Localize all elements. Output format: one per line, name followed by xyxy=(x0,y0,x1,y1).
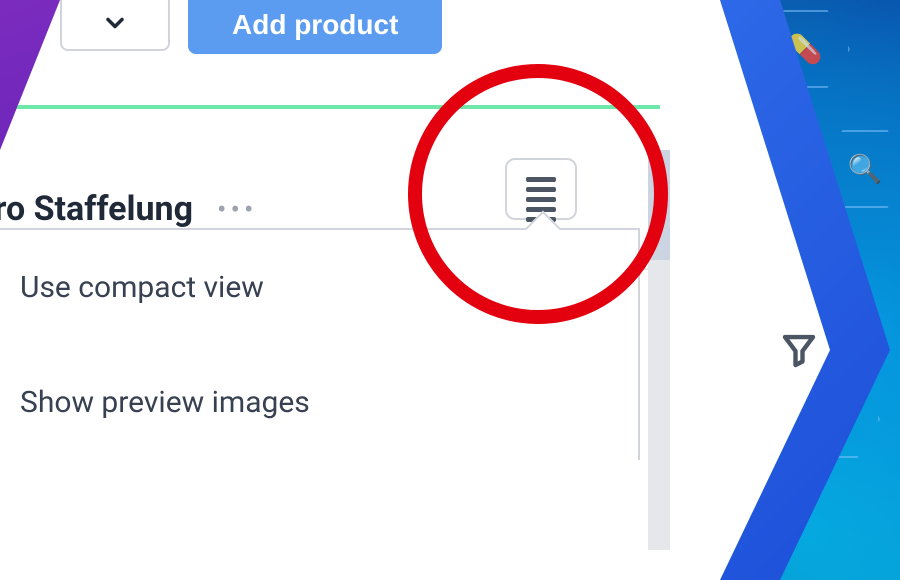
menu-item-preview-images[interactable]: Show preview images xyxy=(0,345,638,460)
scrollbar-track[interactable] xyxy=(648,150,670,550)
column-more-button[interactable]: ••• xyxy=(217,193,257,226)
column-title: ro Staffelung xyxy=(0,189,193,229)
toolbar-dropdown-button[interactable] xyxy=(60,0,170,51)
scrollbar-thumb[interactable] xyxy=(648,150,670,260)
add-product-label: Add product xyxy=(232,9,398,41)
hamburger-icon xyxy=(526,187,556,192)
toolbar: Add product xyxy=(60,0,680,68)
view-options-menu: Use compact view Show preview images xyxy=(0,228,640,460)
chevron-down-icon xyxy=(101,9,129,37)
filter-button[interactable] xyxy=(778,330,820,372)
separator xyxy=(0,105,660,109)
filter-icon xyxy=(778,330,820,372)
add-product-button[interactable]: Add product xyxy=(188,0,442,54)
search-icon: 🔍 xyxy=(848,153,883,186)
